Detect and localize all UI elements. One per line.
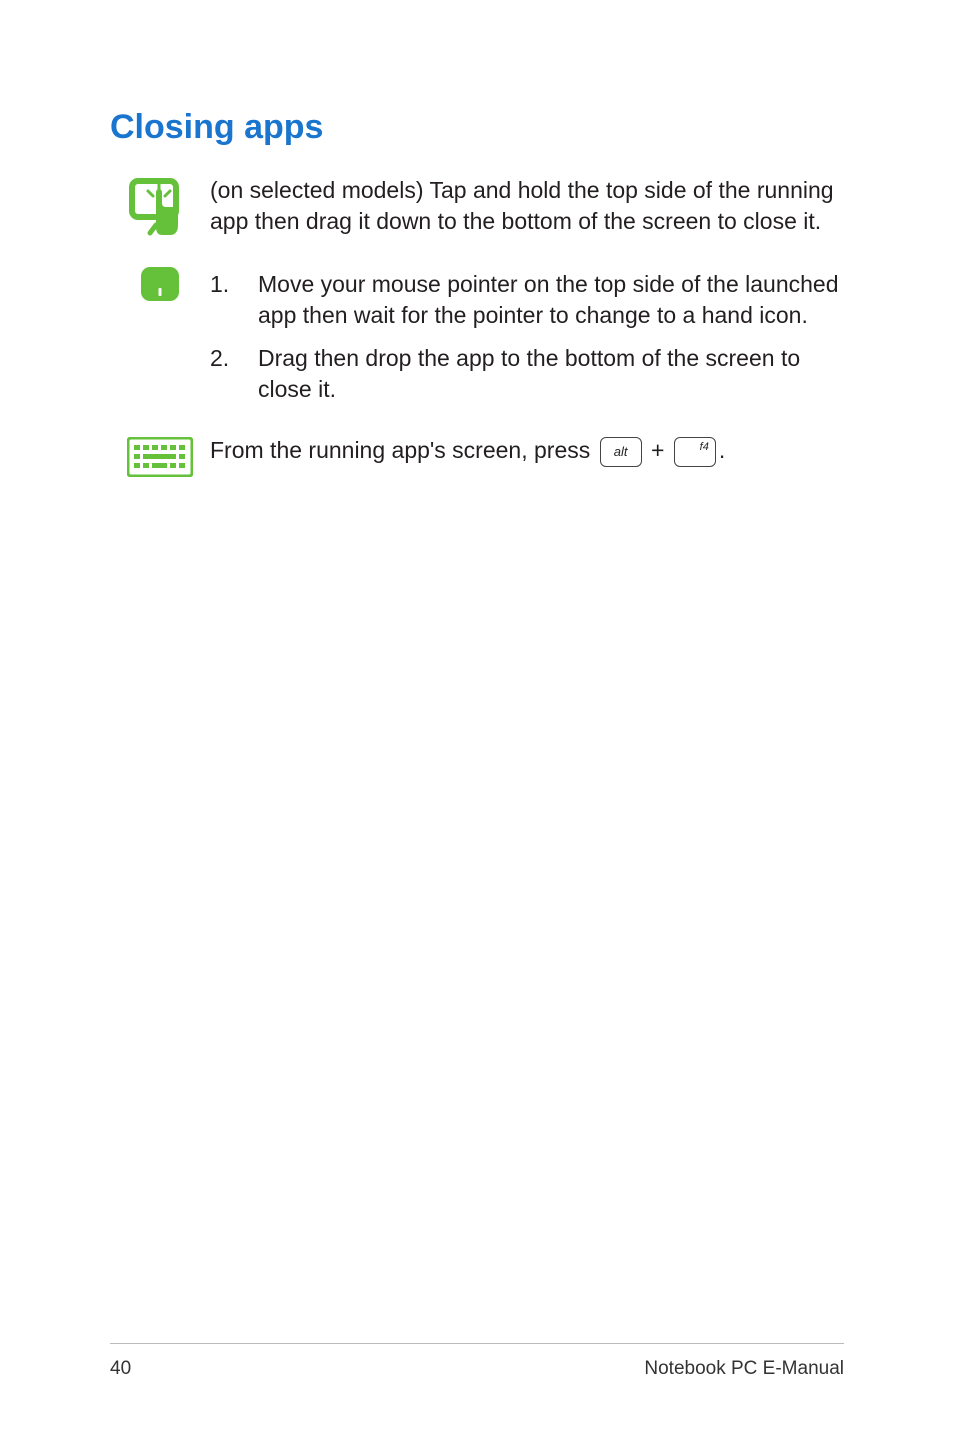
- step-1: 1. Move your mouse pointer on the top si…: [210, 269, 844, 331]
- kbd-prefix: From the running app's screen, press: [210, 437, 597, 463]
- section-heading: Closing apps: [110, 108, 844, 147]
- kbd-suffix: .: [719, 437, 725, 463]
- step-text: Move your mouse pointer on the top side …: [258, 269, 844, 331]
- f4-key-icon: f4: [674, 437, 716, 467]
- step-2: 2. Drag then drop the app to the bottom …: [210, 343, 844, 405]
- touchpad-icon: [110, 263, 210, 301]
- footer-title: Notebook PC E-Manual: [644, 1358, 844, 1380]
- step-number: 1.: [210, 269, 258, 331]
- step-number: 2.: [210, 343, 258, 405]
- page-number: 40: [110, 1358, 131, 1380]
- keyboard-instruction-text: From the running app's screen, press alt…: [210, 435, 844, 467]
- touch-icon: [110, 175, 210, 245]
- keyboard-icon-svg: [127, 437, 193, 477]
- touch-screen-icon: [126, 177, 194, 245]
- touch-instruction-text: (on selected models) Tap and hold the to…: [210, 175, 844, 237]
- mouse-instruction-text: 1. Move your mouse pointer on the top si…: [210, 263, 844, 417]
- keyboard-icon: [110, 435, 210, 477]
- plus-text: +: [645, 437, 671, 463]
- alt-key-icon: alt: [600, 437, 642, 467]
- keyboard-instruction-row: From the running app's screen, press alt…: [110, 435, 844, 477]
- step-text: Drag then drop the app to the bottom of …: [258, 343, 844, 405]
- touch-instruction-row: (on selected models) Tap and hold the to…: [110, 175, 844, 245]
- page-footer: 40 Notebook PC E-Manual: [110, 1343, 844, 1380]
- trackpad-icon: [141, 267, 179, 301]
- mouse-instruction-row: 1. Move your mouse pointer on the top si…: [110, 263, 844, 417]
